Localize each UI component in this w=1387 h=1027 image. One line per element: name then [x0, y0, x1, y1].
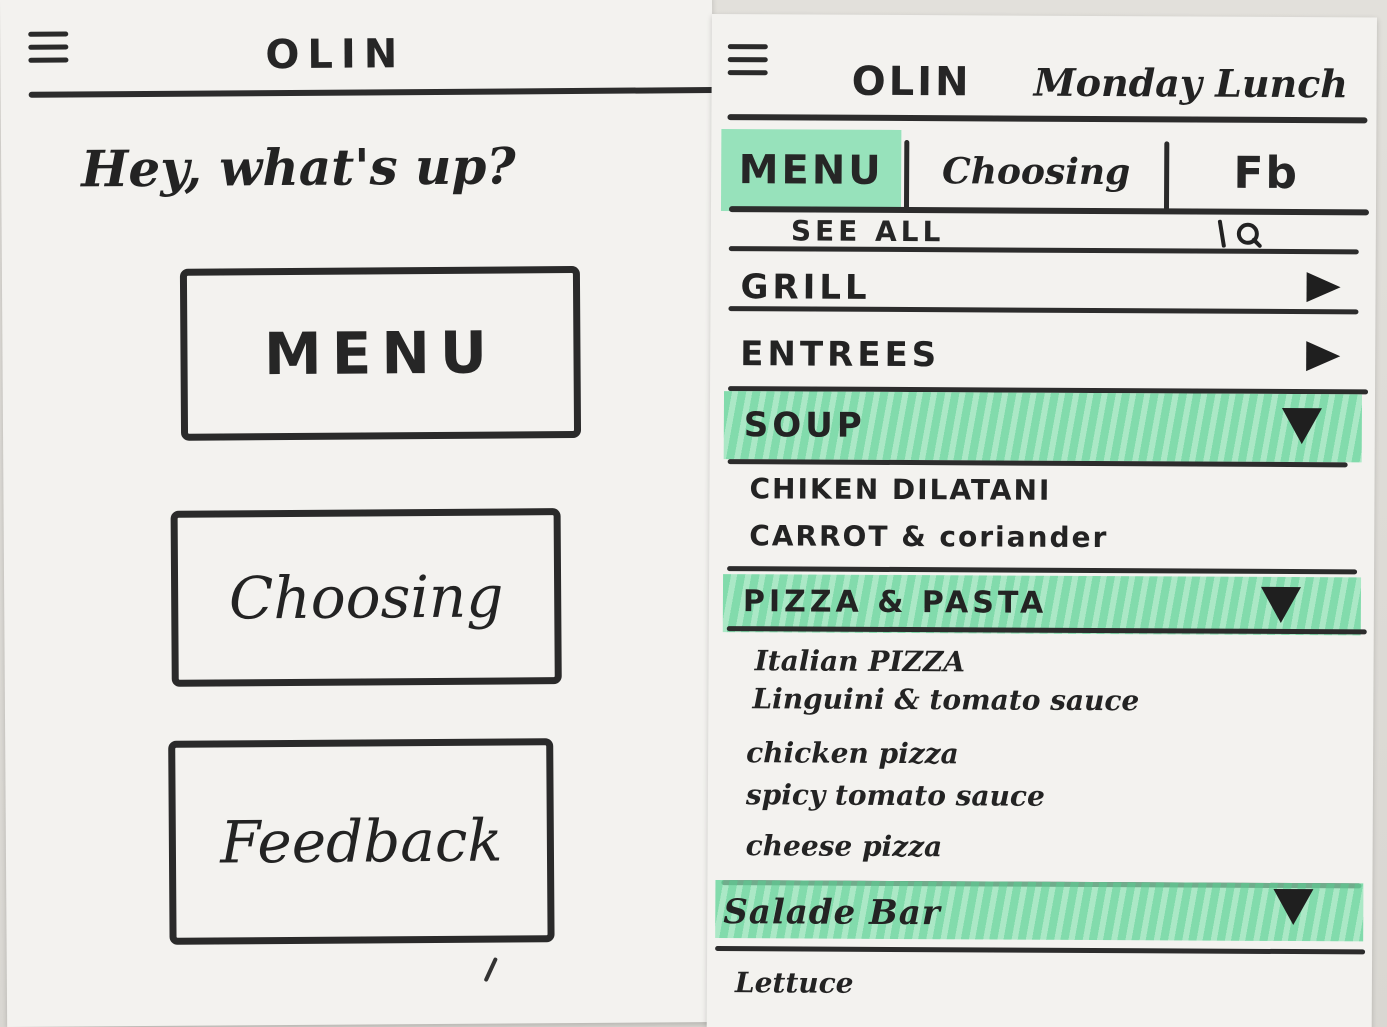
row-divider: [727, 566, 1358, 575]
header-divider: [727, 114, 1368, 124]
tab-feedback[interactable]: Fb: [1171, 131, 1361, 214]
search-icon[interactable]: [1216, 219, 1262, 248]
category-salade-bar[interactable]: Salade Bar: [715, 880, 1364, 942]
header-divider: [28, 86, 719, 98]
menu-item[interactable]: Lettuce: [735, 966, 854, 1000]
menu-item[interactable]: cheese pizza: [746, 829, 943, 863]
category-soup[interactable]: SOUP: [723, 391, 1363, 463]
choosing-button[interactable]: Choosing: [170, 508, 562, 687]
tab-separator: [1163, 141, 1170, 212]
menu-item[interactable]: spicy tomato sauce: [746, 778, 1045, 813]
category-entrees[interactable]: ENTREES: [720, 324, 1360, 387]
app-title: OLIN: [265, 31, 406, 79]
menu-screen: OLIN Monday Lunch MENU Choosing Fb SEE A…: [706, 14, 1377, 1027]
home-screen: OLIN Hey, what's up? MENU Choosing Feedb…: [0, 0, 720, 1027]
meal-subtitle: Monday Lunch: [1033, 59, 1349, 107]
stray-pen-mark: [483, 956, 499, 983]
category-label: GRILL: [740, 267, 871, 308]
see-all-link[interactable]: SEE ALL: [791, 214, 945, 248]
play-arrow-icon: [1306, 272, 1341, 303]
category-label: SOUP: [743, 405, 866, 446]
category-label: Salade Bar: [723, 892, 941, 934]
menu-button[interactable]: MENU: [179, 265, 582, 441]
hamburger-icon[interactable]: [727, 44, 768, 78]
triangle-down-icon: [1260, 586, 1302, 624]
category-label: PIZZA & PASTA: [742, 584, 1048, 621]
category-label: ENTREES: [740, 334, 941, 376]
tab-menu[interactable]: MENU: [720, 129, 902, 212]
see-all-divider: [728, 246, 1359, 255]
play-arrow-icon: [1306, 341, 1341, 372]
triangle-down-icon: [1281, 407, 1322, 445]
row-divider: [715, 946, 1366, 955]
category-grill[interactable]: GRILL: [720, 259, 1360, 312]
greeting-text: Hey, what's up?: [80, 136, 516, 199]
hamburger-icon[interactable]: [28, 31, 69, 66]
feedback-button[interactable]: Feedback: [168, 738, 555, 945]
menu-item[interactable]: CHIKEN DILATANI: [749, 472, 1051, 507]
menu-item[interactable]: Italian PIZZA: [755, 644, 966, 678]
menu-item[interactable]: CARROT & coriander: [749, 519, 1108, 554]
menu-item[interactable]: Linguini & tomato sauce: [752, 682, 1139, 717]
menu-item[interactable]: chicken pizza: [746, 736, 959, 770]
tab-bar: MENU Choosing Fb: [720, 129, 1361, 214]
tab-separator: [903, 140, 910, 211]
sketch-photo: OLIN Hey, what's up? MENU Choosing Feedb…: [0, 0, 1387, 1027]
app-title: OLIN: [851, 58, 972, 106]
triangle-down-icon: [1273, 888, 1314, 926]
tab-choosing[interactable]: Choosing: [911, 130, 1161, 213]
